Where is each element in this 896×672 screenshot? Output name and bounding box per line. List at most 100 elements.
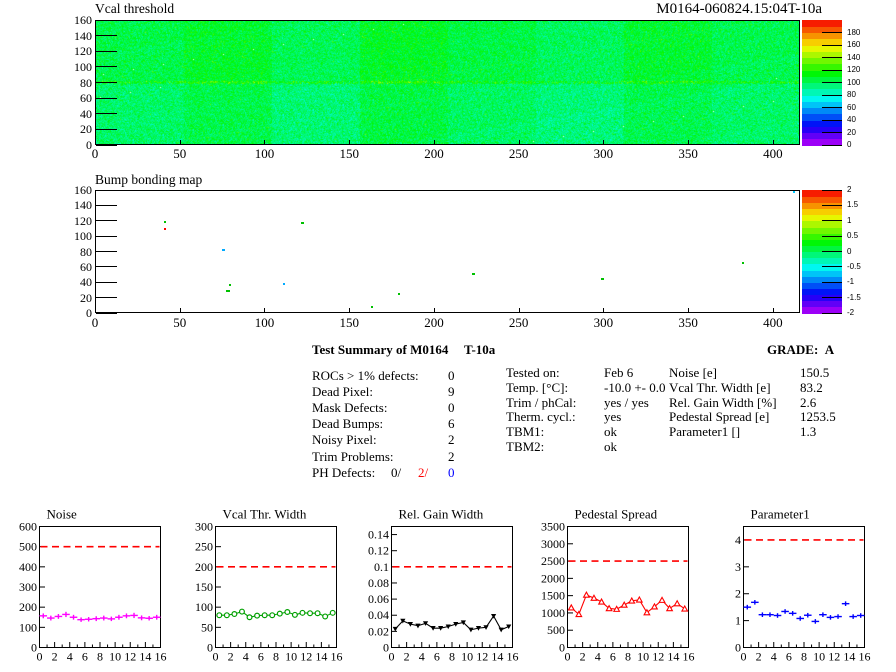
data-point-marker — [299, 609, 306, 616]
data-series — [392, 613, 512, 633]
y-axis-tick-label: 80 — [80, 75, 92, 90]
colorbar-tick — [822, 189, 842, 191]
colorbar-tick — [822, 82, 842, 83]
summary-row-value: 150.5 — [800, 364, 830, 380]
x-axis-tick-label: 0 — [565, 650, 571, 664]
colorbar-tick — [822, 57, 842, 58]
colorbar-band — [802, 288, 842, 296]
x-axis-tick-label: 2 — [228, 650, 234, 664]
x-axis-tick — [688, 140, 690, 144]
bump-defect-dot — [221, 249, 225, 252]
x-axis-tick-label: 300 — [593, 146, 614, 161]
y-axis-tick — [96, 266, 117, 268]
plot-frame — [391, 526, 513, 648]
y-axis-tick — [96, 204, 117, 206]
y-axis-tick-label: 120 — [74, 44, 92, 59]
x-axis-tick-label: 2 — [580, 650, 586, 664]
plot-frame — [215, 526, 337, 648]
data-point-marker — [223, 612, 230, 619]
vcal-colorbar: 0 20 40 60 80 100 120 140 160 180 — [802, 20, 860, 149]
vcal-map-title: Vcal threshold — [95, 1, 175, 16]
x-axis-tick-label: 12 — [652, 650, 664, 664]
y-axis-tick-label: 3500 — [541, 520, 565, 534]
y-axis-tick — [96, 312, 117, 314]
data-series — [39, 611, 161, 622]
colorbar-band — [802, 190, 842, 197]
y-axis-tick — [96, 281, 117, 283]
bump-defect-dot — [164, 220, 167, 223]
x-axis-tick-label: 14 — [843, 650, 855, 664]
data-point-marker — [261, 612, 268, 619]
x-axis-tick-label: 2 — [756, 650, 762, 664]
x-axis-tick-label: 8 — [273, 650, 279, 664]
summary-row-label: Vcal Thr. Width [e] — [669, 379, 771, 395]
y-axis-tick-label: 0.06 — [368, 592, 389, 606]
y-axis-tick-label: 2 — [735, 587, 741, 601]
colorbar-tick — [822, 107, 842, 108]
data-series — [567, 591, 689, 618]
bump-colorbar: -2 -1.5 -1 -0.5 0 0.5 1 1.5 2 — [802, 186, 861, 317]
colorbar-tick-label: 1 — [847, 215, 852, 225]
x-axis-tick-label: 16 — [331, 650, 343, 664]
y-axis-tick-label: 0.02 — [368, 624, 389, 638]
data-point-marker — [658, 596, 666, 603]
y-axis-tick-label: 160 — [74, 13, 92, 27]
x-axis-tick-label: 0 — [37, 650, 43, 664]
x-axis-tick — [264, 308, 266, 312]
colorbar-band — [802, 239, 842, 246]
x-axis-tick-label: 10 — [813, 650, 825, 664]
bump-defect-dot — [472, 273, 476, 276]
colorbar-tick-label: 180 — [847, 27, 861, 37]
trend-plot-rel-gain-width: Rel. Gain Width 00.02 0.04 0.06 0.08 0.1 0.12 0… — [368, 507, 519, 664]
y-axis-tick-label: 160 — [74, 183, 92, 197]
data-point-marker — [254, 612, 261, 619]
vcal-threshold-map — [95, 20, 800, 145]
colorbar-tick — [822, 132, 842, 133]
colorbar-tick-label: 140 — [847, 52, 861, 62]
colorbar-band — [802, 269, 842, 277]
bump-defect-dot — [301, 222, 305, 225]
summary-row-label: Mask Defects: — [312, 399, 388, 415]
y-axis-tick-label: 40 — [80, 106, 92, 121]
plot-title: Pedestal Spread — [575, 507, 658, 522]
bump-bonding-map — [95, 190, 800, 313]
y-axis-tick-label: 150 — [195, 580, 213, 594]
summary-row-value: yes / yes — [604, 394, 649, 410]
colorbar-tick-label: 60 — [847, 102, 856, 112]
summary-row-label: PH Defects: — [312, 464, 376, 480]
ph-defects-value-1: 0/ — [391, 464, 402, 480]
x-axis-tick — [95, 140, 96, 144]
x-axis-tick — [518, 308, 520, 312]
x-axis-tick-label: 10 — [637, 650, 649, 664]
colorbar-tick — [822, 144, 842, 146]
y-axis-tick — [96, 144, 117, 146]
bump-defect-dot — [371, 306, 374, 309]
data-point-marker — [415, 623, 421, 629]
x-axis-tick-label: 6 — [82, 650, 88, 664]
x-axis-tick — [772, 140, 774, 144]
y-axis-tick — [96, 50, 117, 52]
x-axis-tick-label: 6 — [610, 650, 616, 664]
x-axis-tick-label: 100 — [254, 146, 275, 161]
module-title: M0164-060824.15:04T-10a — [656, 1, 822, 17]
colorbar-tick-label: -0.5 — [847, 261, 861, 271]
data-point-marker — [590, 594, 598, 601]
y-axis-tick-label: 200 — [19, 600, 37, 614]
summary-row-label: Noisy Pixel: — [312, 432, 377, 448]
trend-plot-parameter1: Parameter1012340 2 4 6 8 10 12 14 16 — [735, 507, 871, 664]
summary-row-label: Noise [e] — [669, 364, 718, 380]
y-axis-tick-label: 3 — [735, 560, 741, 574]
colorbar-band — [802, 70, 842, 77]
ph-defects-value-3: 0 — [448, 464, 455, 480]
colorbar-tick-label: 2 — [847, 185, 852, 194]
summary-title: Test Summary of M0164 — [312, 342, 449, 357]
plot-title: Vcal Thr. Width — [223, 507, 307, 522]
colorbar-tick-label: 0.5 — [847, 231, 859, 241]
plot-frame — [567, 526, 689, 648]
summary-row-value: ok — [604, 424, 617, 440]
summary-row-value: yes — [604, 409, 622, 425]
colorbar-band — [802, 251, 842, 259]
x-axis-tick-label: 150 — [339, 146, 359, 161]
x-axis-tick-label: 300 — [593, 314, 614, 330]
colorbar-band — [802, 57, 842, 65]
